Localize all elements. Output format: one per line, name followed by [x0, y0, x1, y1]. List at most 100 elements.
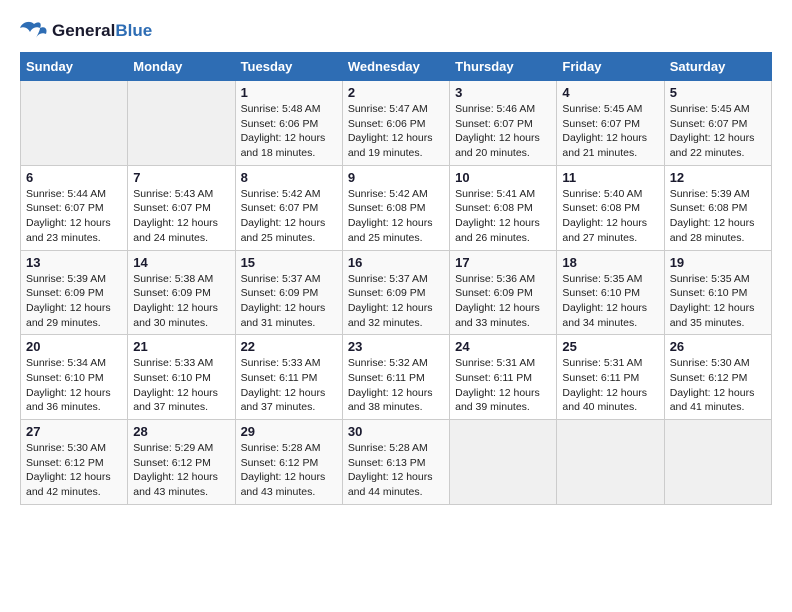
- day-number: 23: [348, 339, 444, 354]
- day-info: Sunrise: 5:38 AMSunset: 6:09 PMDaylight:…: [133, 272, 229, 331]
- day-number: 14: [133, 255, 229, 270]
- calendar-cell: 1 Sunrise: 5:48 AMSunset: 6:06 PMDaylight…: [235, 81, 342, 166]
- day-number: 26: [670, 339, 766, 354]
- calendar-cell: 6 Sunrise: 5:44 AMSunset: 6:07 PMDaylight…: [21, 165, 128, 250]
- day-info: Sunrise: 5:48 AMSunset: 6:06 PMDaylight:…: [241, 102, 337, 161]
- calendar-week-1: 1 Sunrise: 5:48 AMSunset: 6:06 PMDaylight…: [21, 81, 772, 166]
- day-number: 15: [241, 255, 337, 270]
- calendar-cell: [128, 81, 235, 166]
- calendar-cell: 8 Sunrise: 5:42 AMSunset: 6:07 PMDaylight…: [235, 165, 342, 250]
- calendar-cell: 27 Sunrise: 5:30 AMSunset: 6:12 PMDayligh…: [21, 420, 128, 505]
- day-number: 10: [455, 170, 551, 185]
- day-number: 11: [562, 170, 658, 185]
- calendar-cell: 26 Sunrise: 5:30 AMSunset: 6:12 PMDayligh…: [664, 335, 771, 420]
- calendar-cell: 17Sunrise: 5:36 AMSunset: 6:09 PMDayligh…: [450, 250, 557, 335]
- calendar-body: 1 Sunrise: 5:48 AMSunset: 6:06 PMDaylight…: [21, 81, 772, 505]
- day-info: Sunrise: 5:45 AMSunset: 6:07 PMDaylight:…: [562, 102, 658, 161]
- calendar-cell: 13 Sunrise: 5:39 AMSunset: 6:09 PMDayligh…: [21, 250, 128, 335]
- day-info: Sunrise: 5:29 AMSunset: 6:12 PMDaylight:…: [133, 441, 229, 500]
- day-info: Sunrise: 5:40 AMSunset: 6:08 PMDaylight:…: [562, 187, 658, 246]
- day-number: 29: [241, 424, 337, 439]
- calendar-cell: 21 Sunrise: 5:33 AMSunset: 6:10 PMDayligh…: [128, 335, 235, 420]
- day-number: 6: [26, 170, 122, 185]
- day-number: 22: [241, 339, 337, 354]
- logo-text: GeneralBlue: [52, 21, 152, 41]
- calendar-week-5: 27 Sunrise: 5:30 AMSunset: 6:12 PMDayligh…: [21, 420, 772, 505]
- weekday-header-sunday: Sunday: [21, 53, 128, 81]
- day-number: 30: [348, 424, 444, 439]
- weekday-header-saturday: Saturday: [664, 53, 771, 81]
- calendar-week-2: 6 Sunrise: 5:44 AMSunset: 6:07 PMDaylight…: [21, 165, 772, 250]
- day-number: 18: [562, 255, 658, 270]
- calendar-cell: 28 Sunrise: 5:29 AMSunset: 6:12 PMDayligh…: [128, 420, 235, 505]
- day-info: Sunrise: 5:28 AMSunset: 6:13 PMDaylight:…: [348, 441, 444, 500]
- day-number: 21: [133, 339, 229, 354]
- day-info: Sunrise: 5:37 AMSunset: 6:09 PMDaylight:…: [241, 272, 337, 331]
- day-info: Sunrise: 5:43 AMSunset: 6:07 PMDaylight:…: [133, 187, 229, 246]
- day-info: Sunrise: 5:42 AMSunset: 6:07 PMDaylight:…: [241, 187, 337, 246]
- weekday-header-wednesday: Wednesday: [342, 53, 449, 81]
- calendar-table: SundayMondayTuesdayWednesdayThursdayFrid…: [20, 52, 772, 505]
- weekday-header-thursday: Thursday: [450, 53, 557, 81]
- calendar-header-row: SundayMondayTuesdayWednesdayThursdayFrid…: [21, 53, 772, 81]
- calendar-cell: 14 Sunrise: 5:38 AMSunset: 6:09 PMDayligh…: [128, 250, 235, 335]
- calendar-cell: 2 Sunrise: 5:47 AMSunset: 6:06 PMDaylight…: [342, 81, 449, 166]
- day-number: 3: [455, 85, 551, 100]
- day-info: Sunrise: 5:39 AMSunset: 6:09 PMDaylight:…: [26, 272, 122, 331]
- day-number: 7: [133, 170, 229, 185]
- day-info: Sunrise: 5:37 AMSunset: 6:09 PMDaylight:…: [348, 272, 444, 331]
- day-info: Sunrise: 5:39 AMSunset: 6:08 PMDaylight:…: [670, 187, 766, 246]
- day-number: 13: [26, 255, 122, 270]
- day-info: Sunrise: 5:41 AMSunset: 6:08 PMDaylight:…: [455, 187, 551, 246]
- calendar-cell: 16 Sunrise: 5:37 AMSunset: 6:09 PMDayligh…: [342, 250, 449, 335]
- day-info: Sunrise: 5:31 AMSunset: 6:11 PMDaylight:…: [562, 356, 658, 415]
- day-number: 28: [133, 424, 229, 439]
- day-info: Sunrise: 5:31 AMSunset: 6:11 PMDaylight:…: [455, 356, 551, 415]
- calendar-cell: 15 Sunrise: 5:37 AMSunset: 6:09 PMDayligh…: [235, 250, 342, 335]
- day-number: 12: [670, 170, 766, 185]
- day-info: Sunrise: 5:28 AMSunset: 6:12 PMDaylight:…: [241, 441, 337, 500]
- day-info: Sunrise: 5:30 AMSunset: 6:12 PMDaylight:…: [26, 441, 122, 500]
- calendar-cell: 20Sunrise: 5:34 AMSunset: 6:10 PMDayligh…: [21, 335, 128, 420]
- day-number: 5: [670, 85, 766, 100]
- calendar-cell: 9 Sunrise: 5:42 AMSunset: 6:08 PMDaylight…: [342, 165, 449, 250]
- calendar-week-4: 20Sunrise: 5:34 AMSunset: 6:10 PMDayligh…: [21, 335, 772, 420]
- day-info: Sunrise: 5:30 AMSunset: 6:12 PMDaylight:…: [670, 356, 766, 415]
- day-number: 25: [562, 339, 658, 354]
- day-info: Sunrise: 5:33 AMSunset: 6:11 PMDaylight:…: [241, 356, 337, 415]
- day-number: 20: [26, 339, 122, 354]
- day-number: 9: [348, 170, 444, 185]
- day-info: Sunrise: 5:32 AMSunset: 6:11 PMDaylight:…: [348, 356, 444, 415]
- calendar-cell: 18 Sunrise: 5:35 AMSunset: 6:10 PMDayligh…: [557, 250, 664, 335]
- day-number: 17: [455, 255, 551, 270]
- day-number: 1: [241, 85, 337, 100]
- calendar-week-3: 13 Sunrise: 5:39 AMSunset: 6:09 PMDayligh…: [21, 250, 772, 335]
- calendar-cell: 4 Sunrise: 5:45 AMSunset: 6:07 PMDaylight…: [557, 81, 664, 166]
- day-info: Sunrise: 5:46 AMSunset: 6:07 PMDaylight:…: [455, 102, 551, 161]
- day-info: Sunrise: 5:33 AMSunset: 6:10 PMDaylight:…: [133, 356, 229, 415]
- day-info: Sunrise: 5:44 AMSunset: 6:07 PMDaylight:…: [26, 187, 122, 246]
- day-number: 8: [241, 170, 337, 185]
- day-number: 24: [455, 339, 551, 354]
- calendar-cell: [557, 420, 664, 505]
- calendar-cell: [450, 420, 557, 505]
- calendar-cell: 30 Sunrise: 5:28 AMSunset: 6:13 PMDayligh…: [342, 420, 449, 505]
- calendar-cell: 23 Sunrise: 5:32 AMSunset: 6:11 PMDayligh…: [342, 335, 449, 420]
- calendar-cell: 19Sunrise: 5:35 AMSunset: 6:10 PMDayligh…: [664, 250, 771, 335]
- day-info: Sunrise: 5:35 AMSunset: 6:10 PMDaylight:…: [562, 272, 658, 331]
- calendar-cell: 10 Sunrise: 5:41 AMSunset: 6:08 PMDayligh…: [450, 165, 557, 250]
- calendar-cell: 11 Sunrise: 5:40 AMSunset: 6:08 PMDayligh…: [557, 165, 664, 250]
- day-info: Sunrise: 5:47 AMSunset: 6:06 PMDaylight:…: [348, 102, 444, 161]
- day-info: Sunrise: 5:42 AMSunset: 6:08 PMDaylight:…: [348, 187, 444, 246]
- calendar-cell: 22 Sunrise: 5:33 AMSunset: 6:11 PMDayligh…: [235, 335, 342, 420]
- calendar-cell: 29 Sunrise: 5:28 AMSunset: 6:12 PMDayligh…: [235, 420, 342, 505]
- calendar-cell: 5Sunrise: 5:45 AMSunset: 6:07 PMDaylight…: [664, 81, 771, 166]
- day-number: 2: [348, 85, 444, 100]
- day-number: 27: [26, 424, 122, 439]
- calendar-cell: 3 Sunrise: 5:46 AMSunset: 6:07 PMDaylight…: [450, 81, 557, 166]
- calendar-cell: 12 Sunrise: 5:39 AMSunset: 6:08 PMDayligh…: [664, 165, 771, 250]
- day-info: Sunrise: 5:35 AMSunset: 6:10 PMDaylight:…: [670, 272, 766, 331]
- day-number: 4: [562, 85, 658, 100]
- calendar-cell: 7 Sunrise: 5:43 AMSunset: 6:07 PMDaylight…: [128, 165, 235, 250]
- day-number: 16: [348, 255, 444, 270]
